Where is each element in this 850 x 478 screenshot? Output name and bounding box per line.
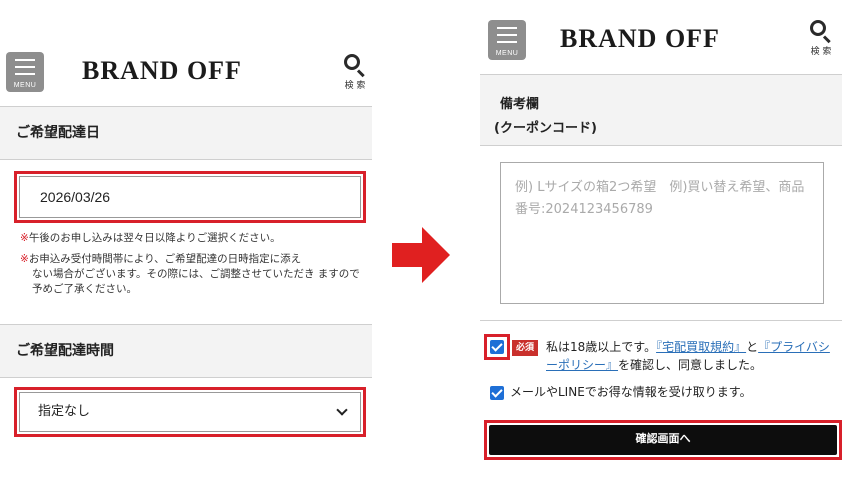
newsletter-checkbox[interactable] xyxy=(490,386,504,400)
chevron-down-icon xyxy=(336,404,348,416)
delivery-note-1: ※午後のお申し込みは翌々日以降よりご選択ください。 xyxy=(20,231,366,246)
brand-logo[interactable]: BRAND OFF xyxy=(560,24,720,54)
confirm-button[interactable]: 確認画面へ xyxy=(489,425,837,455)
menu-button[interactable]: MENU xyxy=(6,52,44,92)
right-screenshot-panel: MENU BRAND OFF 検 索 備考欄 (クーポンコード) 例) Lサイズ… xyxy=(480,12,842,478)
search-label: 検 索 xyxy=(344,81,366,91)
arrow-right-icon xyxy=(392,227,450,283)
hamburger-icon xyxy=(15,59,35,75)
delivery-time-heading: ご希望配達時間 xyxy=(0,324,372,378)
consent-text-before: 私は18歳以上です。 xyxy=(546,340,657,354)
remarks-heading-bar: 備考欄 (クーポンコード) xyxy=(480,74,842,146)
remarks-subtitle: (クーポンコード) xyxy=(494,121,597,136)
brand-logo[interactable]: BRAND OFF xyxy=(82,56,242,86)
consent-text-mid: と xyxy=(746,340,759,354)
delivery-time-selected: 指定なし xyxy=(38,404,91,419)
remarks-textarea[interactable]: 例) Lサイズの箱2つ希望 例)買い替え希望、商品番号:202412345678… xyxy=(500,162,824,304)
remarks-title: 備考欄 xyxy=(500,97,540,112)
left-screenshot-panel: MENU BRAND OFF 検 索 ご希望配達日 2026/03/26 ※午後… xyxy=(0,40,372,440)
search-icon-handle xyxy=(356,69,365,78)
search-button[interactable]: 検 索 xyxy=(806,18,836,58)
terms-link[interactable]: 『宅配買取規約』 xyxy=(656,340,746,354)
delivery-time-select[interactable]: 指定なし xyxy=(19,392,361,432)
search-icon xyxy=(344,54,360,70)
menu-label: MENU xyxy=(13,82,37,89)
required-badge: 必須 xyxy=(512,340,539,356)
delivery-date-heading: ご希望配達日 xyxy=(0,106,372,160)
divider xyxy=(480,320,842,321)
search-icon xyxy=(810,20,826,36)
consent-text: 私は18歳以上です。『宅配買取規約』と『プライバシーポリシー』を確認し、同意しま… xyxy=(546,338,838,374)
search-label: 検 索 xyxy=(810,47,832,57)
delivery-note-2: ※お申込み受付時間帯により、ご希望配達の日時指定に添え ない場合がございます。そ… xyxy=(20,252,360,297)
note-text-rest: ない場合がございます。その際には、ご調整させていただき ますので予めご了承くださ… xyxy=(32,268,360,295)
consent-text-after: を確認し、同意しました。 xyxy=(618,358,763,372)
note-text-line1: お申込み受付時間帯により、ご希望配達の日時指定に添え xyxy=(28,253,302,265)
note-mark: ※ xyxy=(20,232,29,244)
search-button[interactable]: 検 索 xyxy=(340,52,370,92)
consent-checkbox[interactable] xyxy=(490,340,504,354)
menu-label: MENU xyxy=(495,50,519,57)
newsletter-text: メールやLINEでお得な情報を受け取ります。 xyxy=(510,385,752,399)
delivery-date-input[interactable]: 2026/03/26 xyxy=(19,176,361,218)
site-header: MENU BRAND OFF 検 索 xyxy=(0,40,372,108)
note-mark: ※ xyxy=(20,253,29,265)
note-text: 午後のお申し込みは翌々日以降よりご選択ください。 xyxy=(28,232,281,244)
search-icon-handle xyxy=(822,35,831,44)
menu-button[interactable]: MENU xyxy=(488,20,526,60)
site-header: MENU BRAND OFF 検 索 xyxy=(480,12,842,74)
hamburger-icon xyxy=(497,27,517,43)
